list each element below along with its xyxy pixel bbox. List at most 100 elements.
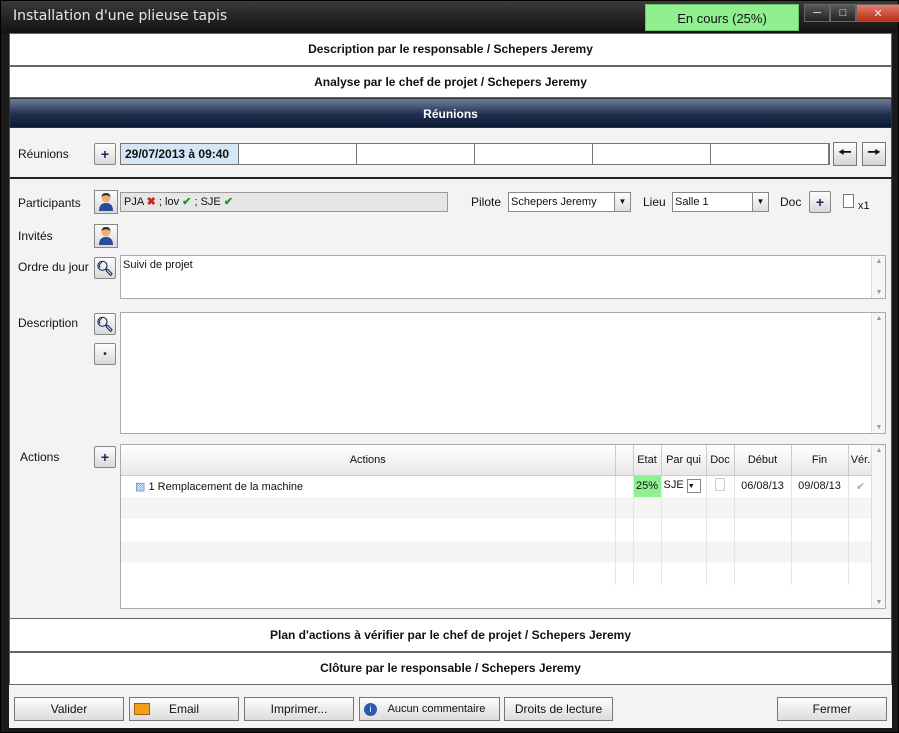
search-icon[interactable]: 🔍︎ bbox=[94, 313, 116, 335]
column-header[interactable]: Etat bbox=[633, 445, 662, 476]
close-icon[interactable]: ✕ bbox=[856, 4, 899, 22]
ordre-label: Ordre du jour bbox=[18, 260, 89, 274]
section-description-label: Description par le responsable / Scheper… bbox=[308, 42, 593, 56]
table-row bbox=[121, 497, 874, 519]
column-header[interactable]: Actions bbox=[121, 445, 616, 476]
vertical-scrollbar[interactable]: ▲ ▼ bbox=[871, 313, 885, 433]
chevron-down-icon[interactable]: ▼ bbox=[686, 479, 701, 494]
table-row bbox=[121, 519, 874, 541]
ordre-field[interactable]: Suivi de projet ▲ ▼ bbox=[120, 255, 886, 299]
valider-button[interactable]: Valider bbox=[14, 697, 124, 721]
envelope-icon bbox=[134, 703, 150, 715]
commentaire-button[interactable]: i Aucun commentaire bbox=[359, 697, 500, 721]
action-title: 1 Remplacement de la machine bbox=[148, 480, 304, 493]
absent-icon: ✖ bbox=[146, 196, 156, 208]
section-plan-label: Plan d'actions à vérifier par le chef de… bbox=[269, 628, 631, 642]
check-icon[interactable]: ✔ bbox=[848, 475, 874, 497]
reunion-date-5[interactable] bbox=[593, 144, 711, 164]
fermer-button[interactable]: Fermer bbox=[777, 697, 887, 721]
table-row bbox=[121, 563, 874, 585]
document-icon[interactable] bbox=[843, 194, 854, 208]
add-action-button[interactable]: + bbox=[94, 446, 116, 468]
column-header[interactable]: Doc bbox=[706, 445, 735, 476]
app-window: Installation d'une plieuse tapis En cour… bbox=[0, 0, 899, 733]
actions-table: Actions Etat Par qui Doc Début Fin Vér. … bbox=[120, 444, 886, 609]
lieu-value: Salle 1 bbox=[675, 196, 709, 208]
lieu-select[interactable]: Salle 1 ▼ bbox=[672, 192, 769, 212]
participant-code: lov bbox=[165, 196, 180, 208]
column-header[interactable]: Début bbox=[734, 445, 792, 476]
reunion-date-6[interactable] bbox=[711, 144, 829, 164]
column-header-spacer bbox=[615, 445, 634, 476]
pilote-select[interactable]: Schepers Jeremy ▼ bbox=[508, 192, 631, 212]
box-icon: ▨ bbox=[135, 480, 146, 493]
format-button[interactable]: • bbox=[94, 343, 116, 365]
participants-field[interactable]: PJA ✖ ; lov ✔ ; SJE ✔ bbox=[120, 192, 448, 212]
table-row bbox=[121, 541, 874, 563]
reunions-label: Réunions bbox=[18, 147, 69, 161]
vertical-scrollbar[interactable]: ▲ ▼ bbox=[871, 445, 885, 608]
action-title-cell[interactable]: ▨ 1 Remplacement de la machine bbox=[121, 475, 616, 497]
invites-user-icon[interactable] bbox=[94, 224, 118, 248]
reunion-panel: Réunions + 29/07/2013 à 09:40 🠔 🠖 Partic… bbox=[9, 128, 893, 618]
status-badge: En cours (25%) bbox=[645, 4, 799, 31]
reunion-dates: 29/07/2013 à 09:40 bbox=[120, 143, 830, 165]
debut-cell: 06/08/13 bbox=[734, 475, 792, 497]
section-cloture[interactable]: Clôture par le responsable / Schepers Je… bbox=[9, 652, 892, 685]
commentaire-label: Aucun commentaire bbox=[387, 703, 486, 715]
minimize-icon[interactable]: ─ bbox=[804, 4, 830, 22]
info-icon: i bbox=[364, 703, 377, 716]
bottom-toolbar: Valider Email Imprimer... i Aucun commen… bbox=[9, 685, 892, 728]
divider bbox=[10, 177, 893, 179]
description-field[interactable]: ▲ ▼ bbox=[120, 312, 886, 434]
etat-cell[interactable]: 25% bbox=[633, 475, 662, 497]
chevron-down-icon[interactable]: ▼ bbox=[614, 193, 630, 211]
reunion-date-1[interactable]: 29/07/2013 à 09:40 bbox=[121, 144, 239, 164]
column-header[interactable]: Fin bbox=[791, 445, 849, 476]
doc-cell[interactable] bbox=[706, 475, 735, 497]
section-analyse[interactable]: Analyse par le chef de projet / Schepers… bbox=[9, 66, 892, 98]
section-description[interactable]: Description par le responsable / Scheper… bbox=[9, 33, 892, 66]
email-label: Email bbox=[168, 702, 199, 716]
separator: ; bbox=[158, 196, 162, 208]
imprimer-button[interactable]: Imprimer... bbox=[244, 697, 354, 721]
pilote-label: Pilote bbox=[471, 195, 502, 209]
droits-button[interactable]: Droits de lecture bbox=[504, 697, 613, 721]
column-header[interactable]: Par qui bbox=[661, 445, 707, 476]
present-icon: ✔ bbox=[182, 196, 192, 208]
description-label: Description bbox=[18, 316, 79, 330]
present-icon: ✔ bbox=[223, 196, 234, 208]
vertical-scrollbar[interactable]: ▲ ▼ bbox=[871, 256, 885, 298]
actions-label: Actions bbox=[20, 450, 60, 464]
section-reunions-header[interactable]: Réunions bbox=[9, 98, 892, 128]
section-analyse-label: Analyse par le chef de projet / Schepers… bbox=[314, 75, 587, 89]
previous-arrow-icon[interactable]: 🠔 bbox=[833, 142, 857, 166]
table-row[interactable]: ▨ 1 Remplacement de la machine 25% SJE ▼… bbox=[121, 475, 874, 497]
next-arrow-icon[interactable]: 🠖 bbox=[862, 142, 886, 166]
title-bar: Installation d'une plieuse tapis En cour… bbox=[1, 1, 899, 33]
add-reunion-button[interactable]: + bbox=[94, 143, 116, 165]
ordre-value: Suivi de projet bbox=[123, 259, 193, 271]
main-client: Description par le responsable / Scheper… bbox=[9, 33, 893, 728]
lieu-label: Lieu bbox=[643, 195, 666, 209]
par-qui-cell[interactable]: SJE ▼ bbox=[661, 475, 707, 497]
participants-user-icon[interactable] bbox=[94, 190, 118, 214]
reunion-date-4[interactable] bbox=[475, 144, 593, 164]
participant-code: SJE bbox=[200, 196, 221, 208]
chevron-down-icon[interactable]: ▼ bbox=[752, 193, 768, 211]
participants-label: Participants bbox=[18, 196, 81, 210]
reunion-date-2[interactable] bbox=[239, 144, 357, 164]
add-doc-button[interactable]: + bbox=[809, 191, 831, 213]
section-plan[interactable]: Plan d'actions à vérifier par le chef de… bbox=[9, 618, 892, 652]
doc-count: x1 bbox=[858, 200, 870, 212]
search-icon[interactable]: 🔍︎ bbox=[94, 257, 116, 279]
maximize-icon[interactable]: □ bbox=[830, 4, 856, 22]
email-button[interactable]: Email bbox=[129, 697, 239, 721]
doc-label: Doc bbox=[780, 195, 802, 209]
section-cloture-label: Clôture par le responsable / Schepers Je… bbox=[320, 661, 581, 675]
column-header[interactable]: Vér. bbox=[848, 445, 874, 476]
table-cell bbox=[615, 475, 634, 497]
document-icon[interactable] bbox=[715, 478, 725, 492]
reunion-date-3[interactable] bbox=[357, 144, 475, 164]
par-qui-value: SJE bbox=[663, 479, 684, 492]
